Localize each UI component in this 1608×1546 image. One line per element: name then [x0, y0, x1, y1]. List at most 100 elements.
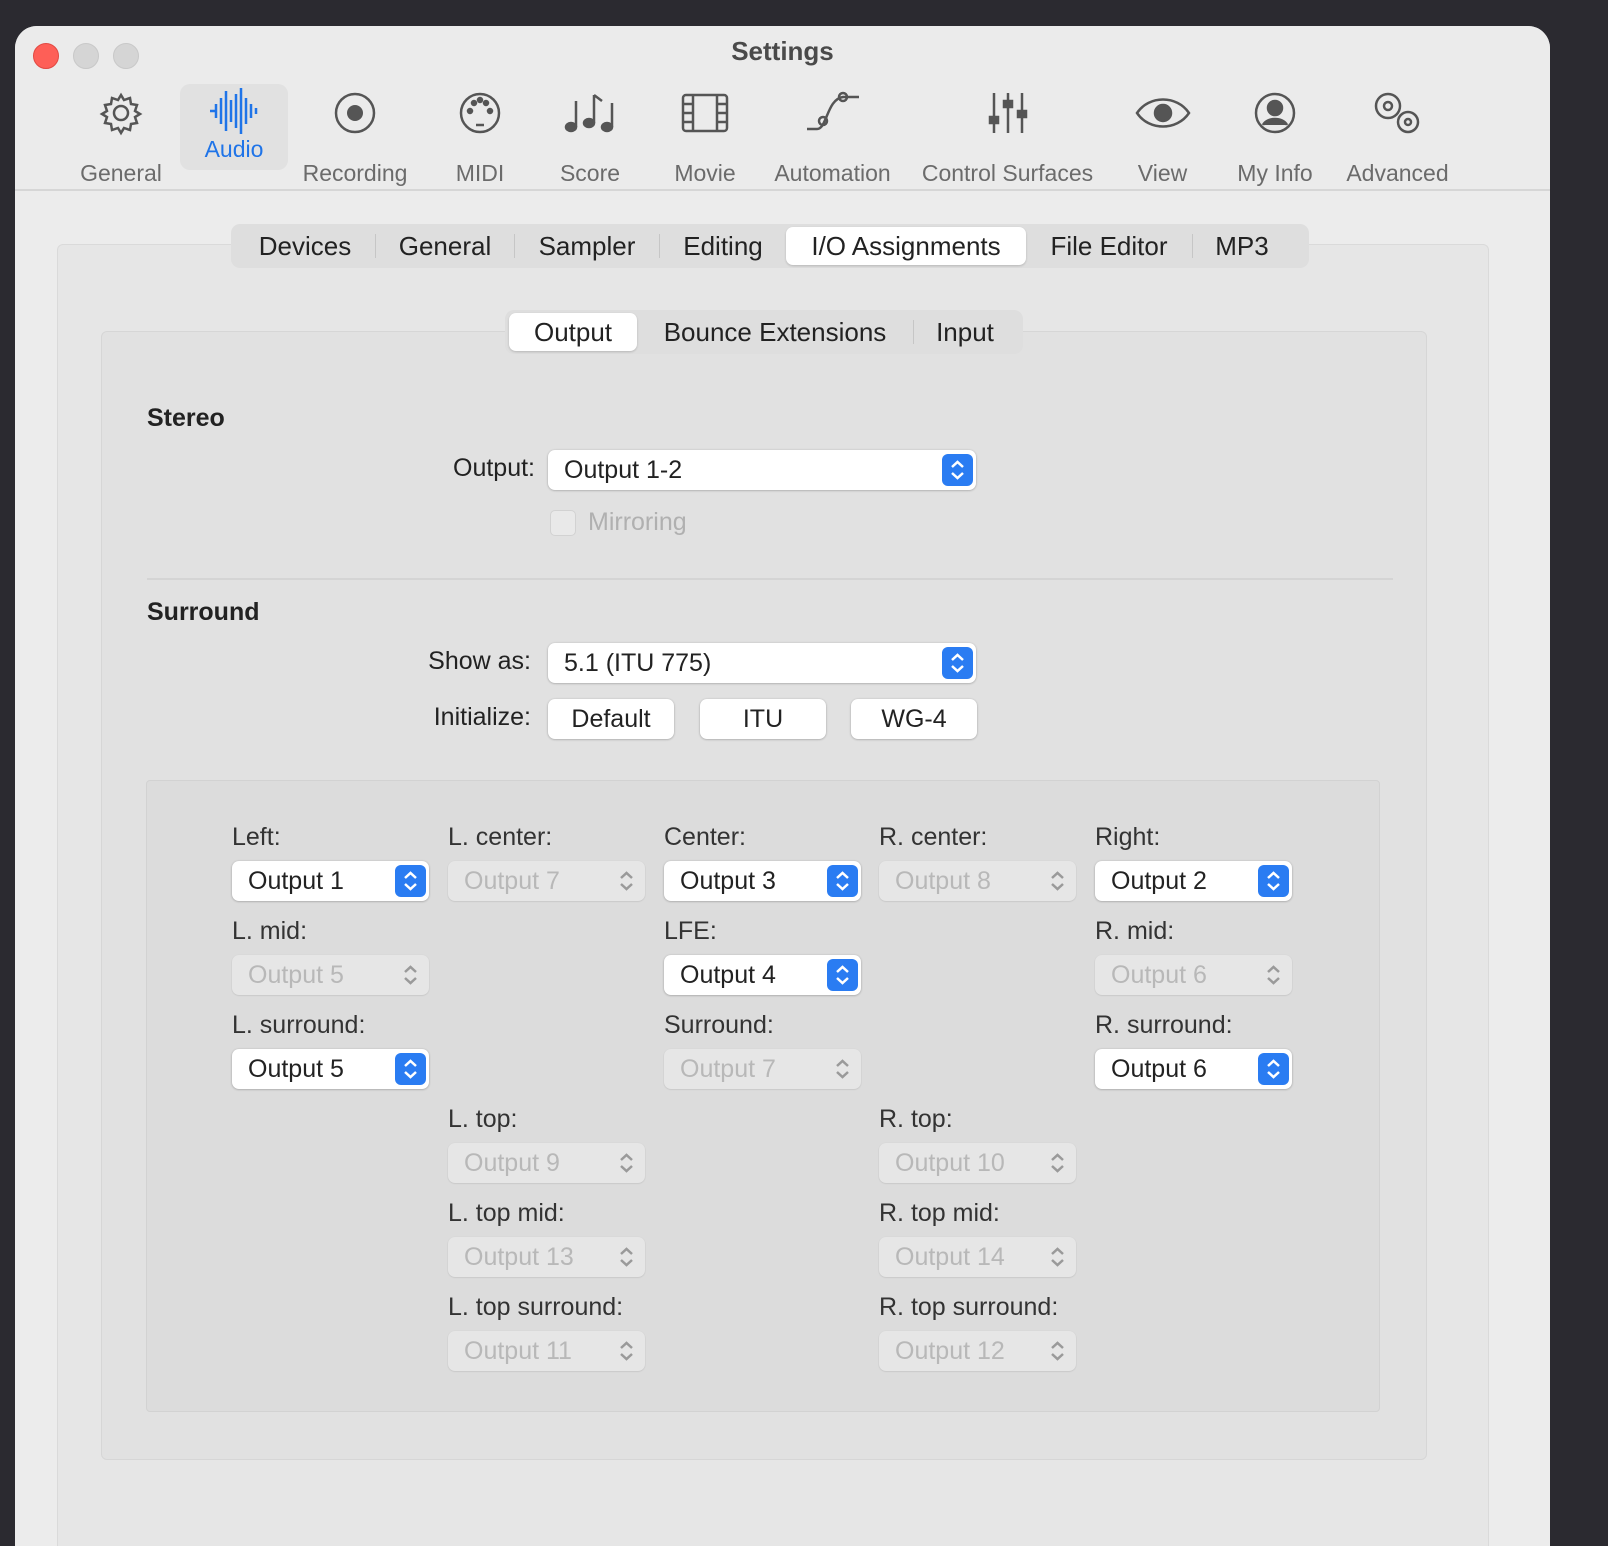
channel-popup-l-top-mid[interactable]: Output 13: [448, 1237, 645, 1277]
channel-popup-surround[interactable]: Output 7: [664, 1049, 861, 1089]
chevron-updown-icon: [611, 1147, 642, 1179]
chevron-updown-icon: [1042, 1335, 1073, 1367]
toolbar-label: Movie: [674, 160, 736, 186]
show-as-popup[interactable]: 5.1 (ITU 775): [548, 643, 976, 683]
mirroring-checkbox[interactable]: [550, 510, 576, 536]
film-icon: [681, 93, 729, 133]
channel-popup-lfe[interactable]: Output 4: [664, 955, 861, 995]
popup-value: Output 5: [248, 1055, 344, 1083]
section-divider: [147, 578, 1393, 580]
toolbar-general[interactable]: General: [75, 84, 167, 192]
subtab-input[interactable]: Input: [914, 313, 1016, 351]
chevron-updown-icon: [1042, 865, 1073, 897]
toolbar-label: Audio: [204, 136, 264, 162]
channel-label-right: Right:: [1095, 823, 1161, 851]
toolbar-audio[interactable]: Audio: [180, 84, 288, 170]
popup-value: Output 2: [1111, 867, 1207, 895]
tab-io-assignments[interactable]: I/O Assignments: [786, 227, 1026, 265]
stereo-heading: Stereo: [147, 404, 225, 432]
tab-editing[interactable]: Editing: [660, 227, 786, 265]
tab-sampler[interactable]: Sampler: [515, 227, 659, 265]
tab-general[interactable]: General: [376, 227, 514, 265]
tab-devices[interactable]: Devices: [235, 227, 375, 265]
toolbar-label: General: [80, 160, 162, 186]
channel-label-r-top: R. top:: [879, 1105, 953, 1133]
channel-label-surround: Surround:: [664, 1011, 774, 1039]
stereo-output-popup[interactable]: Output 1-2: [548, 450, 976, 490]
chevron-updown-icon: [611, 1335, 642, 1367]
toolbar-advanced[interactable]: Advanced: [1340, 84, 1455, 192]
channel-popup-left[interactable]: Output 1: [232, 861, 429, 901]
itu-button[interactable]: ITU: [700, 699, 826, 739]
popup-value: Output 6: [1111, 961, 1207, 989]
channel-label-left: Left:: [232, 823, 281, 851]
channel-popup-l-mid[interactable]: Output 5: [232, 955, 429, 995]
eye-icon: [1134, 98, 1191, 128]
channel-popup-r-surround[interactable]: Output 6: [1095, 1049, 1292, 1089]
automation-curve-icon: [806, 91, 859, 131]
toolbar-recording[interactable]: Recording: [295, 84, 415, 192]
subtab-bounce-extensions[interactable]: Bounce Extensions: [637, 313, 913, 351]
toolbar-label: My Info: [1237, 160, 1313, 186]
toolbar-label: MIDI: [455, 160, 505, 186]
channel-label-r-top-mid: R. top mid:: [879, 1199, 1000, 1227]
waveform-icon: [210, 88, 258, 134]
chevron-updown-icon: [1258, 1053, 1289, 1085]
toolbar-view[interactable]: View: [1120, 84, 1205, 192]
toolbar-control-surfaces[interactable]: Control Surfaces: [915, 84, 1100, 192]
chevron-updown-icon: [611, 1241, 642, 1273]
channel-label-r-center: R. center:: [879, 823, 988, 851]
popup-value: Output 8: [895, 867, 991, 895]
toolbar-automation[interactable]: Automation: [770, 84, 895, 192]
channel-popup-l-surround[interactable]: Output 5: [232, 1049, 429, 1089]
channel-popup-r-top-surround[interactable]: Output 12: [879, 1331, 1076, 1371]
chevron-updown-icon: [611, 865, 642, 897]
channel-popup-l-top-surround[interactable]: Output 11: [448, 1331, 645, 1371]
tab-mp3[interactable]: MP3: [1193, 227, 1291, 265]
title-bar: Settings General Audio Recording MIDI Sc…: [15, 26, 1550, 191]
toolbar-my-info[interactable]: My Info: [1225, 84, 1325, 192]
window-title: Settings: [731, 36, 834, 66]
mirroring-label: Mirroring: [588, 508, 687, 536]
channel-popup-r-center[interactable]: Output 8: [879, 861, 1076, 901]
channel-label-l-center: L. center:: [448, 823, 553, 851]
subtab-output[interactable]: Output: [509, 313, 637, 351]
channel-label-center: Center:: [664, 823, 746, 851]
channel-label-l-surround: L. surround:: [232, 1011, 366, 1039]
channel-label-l-top: L. top:: [448, 1105, 518, 1133]
channel-label-l-top-mid: L. top mid:: [448, 1199, 565, 1227]
chevron-updown-icon: [395, 1053, 426, 1085]
channel-popup-r-top-mid[interactable]: Output 14: [879, 1237, 1076, 1277]
popup-value: Output 13: [464, 1243, 574, 1271]
channel-popup-center[interactable]: Output 3: [664, 861, 861, 901]
toolbar-label: Advanced: [1346, 160, 1449, 186]
wg4-button[interactable]: WG-4: [851, 699, 977, 739]
toolbar-score[interactable]: Score: [545, 84, 635, 192]
channel-popup-l-top[interactable]: Output 9: [448, 1143, 645, 1183]
popup-value: Output 12: [895, 1337, 1005, 1365]
gears-icon: [1374, 92, 1419, 134]
popup-value: Output 10: [895, 1149, 1005, 1177]
popup-value: Output 11: [464, 1337, 572, 1365]
music-notes-icon: [564, 94, 614, 133]
toolbar-midi[interactable]: MIDI: [440, 84, 520, 192]
channel-popup-right[interactable]: Output 2: [1095, 861, 1292, 901]
channel-popup-r-mid[interactable]: Output 6: [1095, 955, 1292, 995]
channel-label-l-mid: L. mid:: [232, 917, 308, 945]
chevron-updown-icon: [942, 647, 973, 679]
tab-file-editor[interactable]: File Editor: [1026, 227, 1192, 265]
chevron-updown-icon: [395, 959, 426, 991]
initialize-label: Initialize:: [433, 703, 531, 731]
chevron-updown-icon: [827, 959, 858, 991]
popup-value: Output 6: [1111, 1055, 1207, 1083]
record-icon: [334, 92, 376, 134]
popup-value: Output 4: [680, 961, 776, 989]
toolbar-movie[interactable]: Movie: [660, 84, 750, 192]
popup-value: Output 7: [464, 867, 560, 895]
chevron-updown-icon: [1042, 1241, 1073, 1273]
io-subtabs: Output Bounce Extensions Input: [505, 310, 1023, 354]
popup-value: 5.1 (ITU 775): [564, 649, 712, 677]
channel-popup-r-top[interactable]: Output 10: [879, 1143, 1076, 1183]
default-button[interactable]: Default: [548, 699, 674, 739]
channel-popup-l-center[interactable]: Output 7: [448, 861, 645, 901]
